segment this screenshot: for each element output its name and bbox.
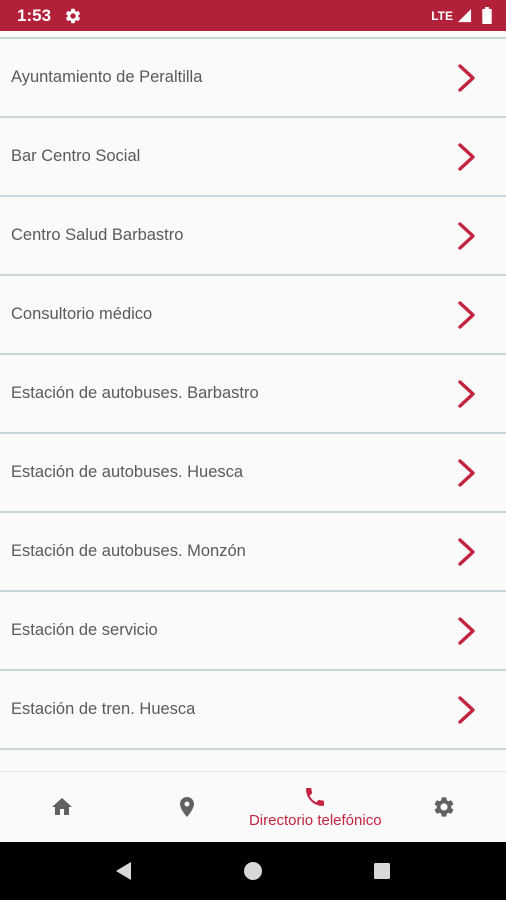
chevron-right-icon (456, 379, 478, 409)
list-item[interactable]: Consultorio médico (0, 276, 506, 353)
status-indicators: LTE (431, 7, 492, 24)
chevron-right-icon (456, 616, 478, 646)
nav-map[interactable] (124, 772, 248, 842)
home-icon (50, 795, 74, 819)
network-type: LTE (431, 8, 453, 23)
chevron-right-icon (456, 458, 478, 488)
chevron-right-icon (456, 300, 478, 330)
chevron-right-icon (456, 537, 478, 567)
list-item[interactable]: Estación de autobuses. Monzón (0, 513, 506, 590)
list-item[interactable]: Estación de tren. Huesca (0, 671, 506, 748)
list-item-label: Estación de servicio (11, 621, 158, 639)
recents-square-icon[interactable] (371, 860, 393, 882)
system-navigation-bar (0, 842, 506, 900)
list-item[interactable]: Estación de autobuses. Huesca (0, 434, 506, 511)
chevron-right-icon (456, 142, 478, 172)
list-item[interactable]: Centro Salud Barbastro (0, 197, 506, 274)
status-time: 1:53 (17, 5, 52, 25)
list-item[interactable]: Ayuntamiento de Peraltilla (0, 39, 506, 116)
nav-settings[interactable] (382, 772, 506, 842)
list-item[interactable]: Bar Centro Social (0, 118, 506, 195)
list-item[interactable]: Estación de servicio (0, 592, 506, 669)
list-item-label: Centro Salud Barbastro (11, 226, 184, 244)
nav-label: Directorio telefónico (248, 812, 382, 829)
status-bar: 1:53 LTE (0, 0, 506, 31)
home-circle-icon[interactable] (242, 860, 264, 882)
bottom-navigation: Directorio telefónico (0, 771, 506, 842)
back-icon[interactable] (113, 860, 135, 882)
list-item-label: Bar Centro Social (11, 147, 141, 165)
list-item-label: Estación de autobuses. Huesca (11, 463, 244, 481)
list-item[interactable]: Estación de autobuses. Barbastro (0, 355, 506, 432)
list-item-label: Consultorio médico (11, 305, 153, 323)
list-item-label: Estación de autobuses. Monzón (11, 542, 246, 560)
gear-icon (432, 795, 456, 819)
list-divider (0, 748, 506, 750)
phone-directory-list[interactable]: Ayuntamiento de Peraltilla Bar Centro So… (0, 31, 506, 771)
nav-home[interactable] (0, 772, 124, 842)
chevron-right-icon (456, 695, 478, 725)
chevron-right-icon (456, 221, 478, 251)
battery-icon (482, 7, 492, 24)
list-item-label: Estación de tren. Huesca (11, 700, 196, 718)
phone-icon (303, 785, 327, 809)
list-item-label: Estación de autobuses. Barbastro (11, 384, 259, 402)
list-item-label: Ayuntamiento de Peraltilla (11, 68, 203, 86)
gear-icon (64, 7, 82, 25)
signal-icon (457, 8, 472, 23)
nav-phone-directory[interactable]: Directorio telefónico (249, 772, 382, 842)
chevron-right-icon (456, 63, 478, 93)
location-pin-icon (175, 795, 199, 819)
